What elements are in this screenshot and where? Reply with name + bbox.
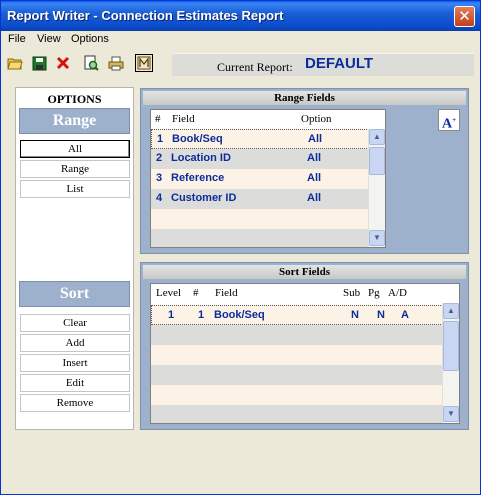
- scroll-down-icon[interactable]: ▼: [369, 230, 385, 246]
- table-row[interactable]: 4 Customer ID All: [151, 189, 369, 209]
- sort-row-num: 1: [198, 309, 205, 321]
- sort-row-pg: N: [377, 309, 385, 321]
- range-row-field: Location ID: [171, 152, 231, 164]
- sort-edit-button[interactable]: Edit: [20, 374, 130, 392]
- sort-remove-button[interactable]: Remove: [20, 394, 130, 412]
- range-row-num: 2: [156, 152, 163, 164]
- sort-scrollbar[interactable]: ▲ ▼: [442, 303, 459, 423]
- scroll-up-icon[interactable]: ▲: [443, 303, 459, 319]
- menu-view[interactable]: View: [37, 33, 61, 45]
- font-size-icon[interactable]: A+: [438, 109, 460, 132]
- options-panel: OPTIONS Range All Range List Sort Clear …: [15, 87, 134, 430]
- table-row[interactable]: 1 1 Book/Seq N N A: [151, 305, 443, 325]
- sort-clear-button[interactable]: Clear: [20, 314, 130, 332]
- scroll-down-icon[interactable]: ▼: [443, 406, 459, 422]
- range-all-button[interactable]: All: [20, 140, 130, 158]
- range-row-field: Book/Seq: [172, 133, 223, 145]
- current-report-label: Current Report:: [217, 60, 293, 74]
- open-folder-icon[interactable]: [6, 54, 24, 72]
- scroll-up-icon[interactable]: ▲: [369, 129, 385, 145]
- current-report-value: DEFAULT: [305, 55, 374, 72]
- menu-bar: File View Options: [1, 31, 480, 49]
- menu-options[interactable]: Options: [71, 33, 109, 45]
- sort-row-ad: A: [401, 309, 409, 321]
- sort-header: Sort: [19, 281, 130, 307]
- range-header: Range: [19, 108, 130, 134]
- sort-add-button[interactable]: Add: [20, 334, 130, 352]
- print-icon[interactable]: [107, 54, 125, 72]
- table-row: [151, 365, 443, 385]
- sort-col-pg: Pg: [368, 287, 380, 299]
- range-fields-title: Range Fields: [143, 91, 466, 105]
- sort-col-level: Level: [156, 287, 182, 299]
- range-range-button[interactable]: Range: [20, 160, 130, 178]
- sort-fields-grid: Level # Field Sub Pg A/D 1 1 Book/Seq N …: [150, 283, 460, 424]
- title-bar[interactable]: Report Writer - Connection Estimates Rep…: [1, 1, 480, 31]
- menu-file[interactable]: File: [8, 33, 26, 45]
- table-row[interactable]: 3 Reference All: [151, 169, 369, 189]
- delete-x-icon[interactable]: [54, 54, 72, 72]
- range-row-option: All: [307, 172, 322, 184]
- table-row: [151, 209, 369, 229]
- current-report-panel: Current Report: DEFAULT: [172, 53, 474, 76]
- table-row: [151, 385, 443, 405]
- window-title: Report Writer - Connection Estimates Rep…: [7, 8, 284, 23]
- sort-col-num: #: [193, 287, 199, 299]
- table-row: [151, 229, 369, 247]
- sort-col-sub: Sub: [343, 287, 361, 299]
- sort-fields-title: Sort Fields: [143, 265, 466, 279]
- range-row-option: All: [308, 133, 323, 145]
- range-list-button[interactable]: List: [20, 180, 130, 198]
- save-disk-icon[interactable]: [30, 54, 48, 72]
- sort-col-field: Field: [215, 287, 238, 299]
- report-icon[interactable]: [135, 54, 153, 72]
- range-row-num: 1: [157, 133, 164, 145]
- table-row[interactable]: 2 Location ID All: [151, 149, 369, 169]
- range-row-field: Reference: [171, 172, 225, 184]
- scroll-thumb[interactable]: [443, 321, 459, 371]
- options-title: OPTIONS: [47, 92, 102, 106]
- sort-row-sub: N: [351, 309, 359, 321]
- preview-icon[interactable]: [82, 54, 100, 72]
- close-button[interactable]: ✕: [454, 6, 475, 27]
- range-row-field: Customer ID: [171, 192, 237, 204]
- range-scrollbar[interactable]: ▲ ▼: [368, 129, 385, 247]
- sort-col-ad: A/D: [388, 287, 407, 299]
- sort-row-field: Book/Seq: [214, 309, 265, 321]
- table-row: [151, 325, 443, 345]
- scroll-thumb[interactable]: [369, 147, 385, 175]
- range-fields-grid: # Field Option 1 Book/Seq All 2 Location…: [150, 109, 386, 248]
- table-row: [151, 405, 443, 423]
- table-row[interactable]: 1 Book/Seq All: [151, 129, 369, 149]
- table-row: [151, 345, 443, 365]
- range-col-field: Field: [172, 113, 195, 125]
- range-row-option: All: [307, 192, 322, 204]
- range-row-num: 3: [156, 172, 163, 184]
- report-writer-window: Report Writer - Connection Estimates Rep…: [0, 0, 481, 495]
- range-col-num: #: [155, 113, 161, 125]
- range-fields-panel: Range Fields # Field Option 1 Book/Seq A…: [140, 88, 469, 254]
- range-col-option: Option: [301, 113, 332, 125]
- sort-insert-button[interactable]: Insert: [20, 354, 130, 372]
- sort-row-level: 1: [168, 309, 175, 321]
- sort-fields-panel: Sort Fields Level # Field Sub Pg A/D 1 1…: [140, 262, 469, 430]
- range-row-option: All: [307, 152, 322, 164]
- range-row-num: 4: [156, 192, 163, 204]
